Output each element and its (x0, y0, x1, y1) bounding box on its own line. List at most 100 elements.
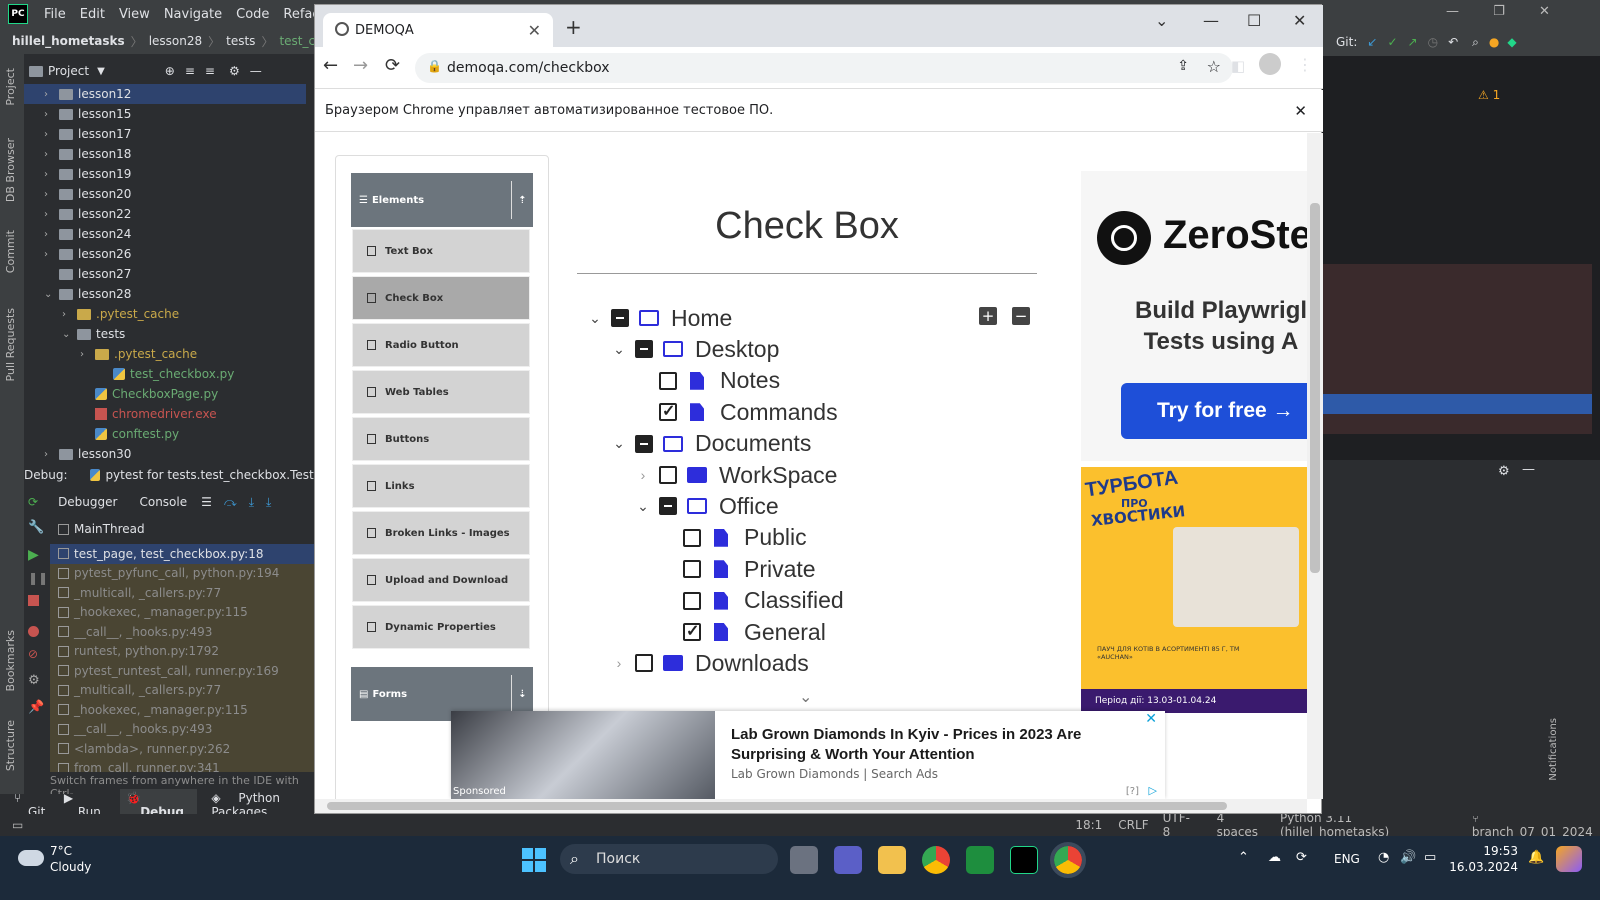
project-tree-item[interactable]: › lesson22 (24, 204, 306, 224)
address-bar[interactable]: 🔒 demoqa.com/checkbox ⇪ ☆ (415, 53, 1233, 83)
group-header-elements[interactable]: ☰ Elements ⇡ (351, 173, 533, 227)
tree-node-label[interactable]: Public (744, 524, 807, 551)
layout-icon[interactable]: ▭ (12, 818, 23, 832)
chevron-right-icon[interactable]: › (44, 249, 54, 260)
side-panel-icon[interactable]: ◧ (1231, 57, 1245, 75)
sidebar-item-text-box[interactable]: Text Box (352, 229, 530, 273)
ad-lab-diamonds[interactable]: Sponsored Lab Grown Diamonds In Kyiv - P… (451, 711, 1165, 799)
git-update-icon[interactable]: ↙ (1367, 35, 1377, 49)
weather-desc[interactable]: Cloudy (50, 860, 91, 874)
checkbox[interactable] (635, 434, 653, 453)
mute-breakpoints-icon[interactable]: ⊘ (28, 647, 46, 661)
pin-icon[interactable]: 📌 (28, 700, 46, 715)
update-icon[interactable]: ● (1489, 35, 1499, 49)
infobar-close-icon[interactable]: ✕ (1294, 102, 1307, 120)
tool-commit[interactable]: Commit (4, 230, 17, 273)
sync-icon[interactable]: ⟳ (1296, 850, 1307, 865)
ad-help[interactable]: [?] (1126, 786, 1139, 797)
chrome-icon[interactable] (922, 846, 950, 874)
stack-frame[interactable]: from_call, runner.py:341 (50, 758, 320, 772)
close-window-icon[interactable]: ✕ (1293, 11, 1306, 30)
step-into-icon[interactable]: ⤓ (249, 495, 254, 510)
menu-view[interactable]: View (119, 7, 150, 22)
step-into-my-code-icon[interactable]: ⤓ (266, 495, 271, 510)
stack-frame[interactable]: pytest_runtest_call, runner.py:169 (50, 661, 320, 681)
gear-icon[interactable]: ⚙ (1498, 464, 1510, 479)
tool-bookmarks[interactable]: Bookmarks (4, 630, 17, 691)
sidebar-item-web-tables[interactable]: Web Tables (352, 370, 530, 414)
project-tree-item[interactable]: › lesson26 (24, 244, 306, 264)
chevron-right-icon[interactable]: › (62, 309, 72, 320)
project-tree-item[interactable]: test_checkbox.py (24, 364, 306, 384)
settings-icon[interactable]: ⚙ (28, 673, 46, 688)
warning-indicator[interactable]: ⚠ 1 (1478, 88, 1500, 102)
vertical-scroll-thumb[interactable] (1310, 203, 1320, 573)
wifi-icon[interactable]: ◔ (1378, 850, 1389, 865)
checkbox[interactable] (659, 371, 677, 390)
stack-frame[interactable]: pytest_pyfunc_call, python.py:194 (50, 563, 320, 583)
page-horizontal-scrollbar[interactable] (315, 799, 1307, 813)
chevron-right-icon[interactable]: › (44, 449, 54, 460)
onedrive-icon[interactable]: ☁ (1268, 850, 1281, 865)
sidebar-item-dynamic-properties[interactable]: Dynamic Properties (352, 605, 530, 649)
hide-icon[interactable]: — (1522, 462, 1535, 477)
chrome-active-icon[interactable] (1050, 842, 1086, 878)
git-rollback-icon[interactable]: ↶ (1448, 35, 1458, 49)
stack-frame[interactable]: __call__, _hooks.py:493 (50, 622, 320, 642)
chevron-down-icon[interactable]: ⌄ (609, 435, 629, 452)
breadcrumb-item[interactable]: tests (226, 34, 255, 48)
copilot-icon[interactable] (1556, 846, 1582, 872)
menu-code[interactable]: Code (236, 7, 269, 22)
minimize-icon[interactable]: — (1203, 11, 1219, 30)
chevron-right-icon[interactable]: › (633, 467, 653, 483)
file-explorer-icon[interactable] (878, 846, 906, 874)
maximize-icon[interactable]: ☐ (1247, 11, 1261, 30)
status-indent[interactable]: 4 spaces (1217, 811, 1268, 839)
teams-icon[interactable] (834, 846, 862, 874)
back-icon[interactable]: ← (323, 55, 338, 76)
zerostep-cta-button[interactable]: Try for free → (1121, 383, 1307, 439)
chevron-right-icon[interactable]: › (44, 229, 54, 240)
checkbox[interactable] (659, 401, 677, 422)
checkbox[interactable] (683, 560, 701, 579)
stack-frame[interactable]: __call__, _hooks.py:493 (50, 719, 320, 739)
project-tree-item[interactable]: › lesson18 (24, 144, 306, 164)
resume-icon[interactable]: ▶ (28, 547, 46, 563)
taskbar-search[interactable]: ⌕ Поиск (560, 844, 778, 874)
new-tab-button[interactable]: + (565, 15, 582, 39)
sidebar-item-links[interactable]: Links (352, 464, 530, 508)
project-tree-item[interactable]: › lesson30 (24, 444, 306, 464)
collapse-up-icon[interactable]: ⇡ (511, 181, 533, 219)
status-line-separator[interactable]: CRLF (1118, 818, 1148, 832)
step-over-icon[interactable]: ⤼ (224, 495, 237, 510)
project-tree-item[interactable]: conftest.py (24, 424, 306, 444)
sidebar-item-check-box[interactable]: Check Box (352, 276, 530, 320)
sidebar-item-upload-and-download[interactable]: Upload and Download (352, 558, 530, 602)
breadcrumb-item[interactable]: hillel_hometasks (12, 34, 125, 48)
ide-minimize-icon[interactable]: — (1446, 4, 1459, 19)
tool-project[interactable]: Project (4, 68, 17, 106)
checkbox[interactable] (683, 591, 701, 610)
wrench-icon[interactable]: 🔧 (28, 520, 46, 535)
menu-file[interactable]: File (44, 7, 66, 22)
tree-node-label[interactable]: Office (719, 493, 779, 520)
project-tree-item[interactable]: › lesson12 (24, 84, 306, 104)
chevron-right-icon[interactable]: › (44, 89, 54, 100)
ad-headline[interactable]: Lab Grown Diamonds In Kyiv - Prices in 2… (731, 725, 1121, 765)
chevron-down-icon[interactable]: ⌄ (585, 310, 605, 327)
debug-config-name[interactable]: pytest for tests.test_checkbox.TestCheck (105, 468, 324, 482)
project-tree-item[interactable]: › lesson24 (24, 224, 306, 244)
ide-close-icon[interactable]: ✕ (1539, 4, 1550, 19)
rerun-icon[interactable]: ⟳ (28, 495, 38, 509)
collapse-all-button[interactable]: − (1012, 307, 1030, 325)
checkbox[interactable] (635, 340, 653, 359)
reload-icon[interactable]: ⟳ (385, 55, 400, 76)
chevron-down-icon[interactable]: ⌄ (609, 341, 629, 358)
git-push-icon[interactable]: ↗ (1408, 35, 1418, 49)
forward-icon[interactable]: → (353, 55, 368, 76)
menu-edit[interactable]: Edit (80, 7, 105, 22)
tree-node-label[interactable]: Desktop (695, 336, 779, 363)
chevron-right-icon[interactable]: › (44, 129, 54, 140)
tree-node-label[interactable]: Commands (720, 399, 838, 426)
lock-icon[interactable]: 🔒 (427, 59, 442, 73)
